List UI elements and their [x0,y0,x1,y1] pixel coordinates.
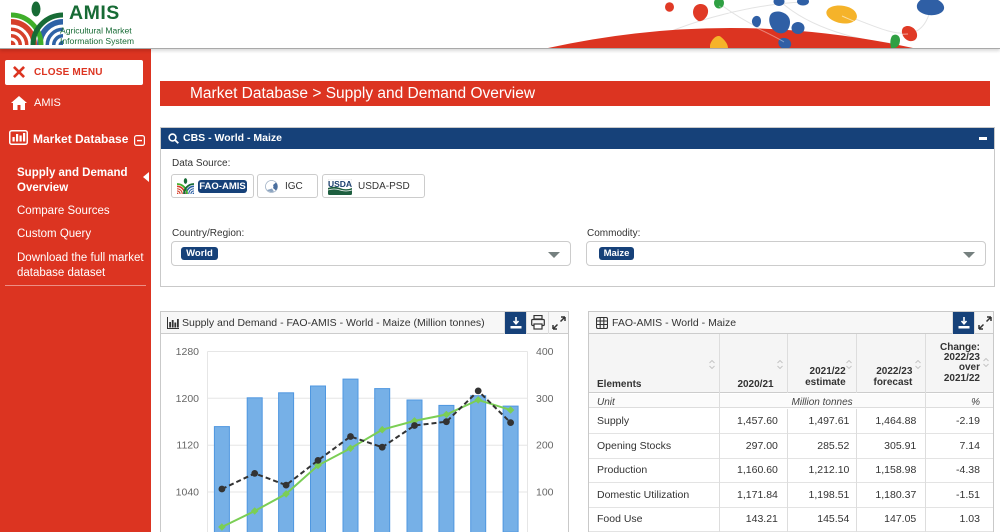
svg-text:300: 300 [536,393,554,405]
svg-text:200: 200 [536,440,554,452]
svg-text:Agricultural Market: Agricultural Market [60,26,132,36]
svg-text:1280: 1280 [176,346,200,358]
svg-text:1120: 1120 [176,440,199,452]
svg-text:1200: 1200 [176,393,200,405]
svg-text:1040: 1040 [176,487,200,499]
svg-text:100: 100 [536,487,554,499]
svg-text:Information System: Information System [60,36,134,46]
svg-text:AMIS: AMIS [69,2,120,24]
svg-text:400: 400 [536,346,554,358]
